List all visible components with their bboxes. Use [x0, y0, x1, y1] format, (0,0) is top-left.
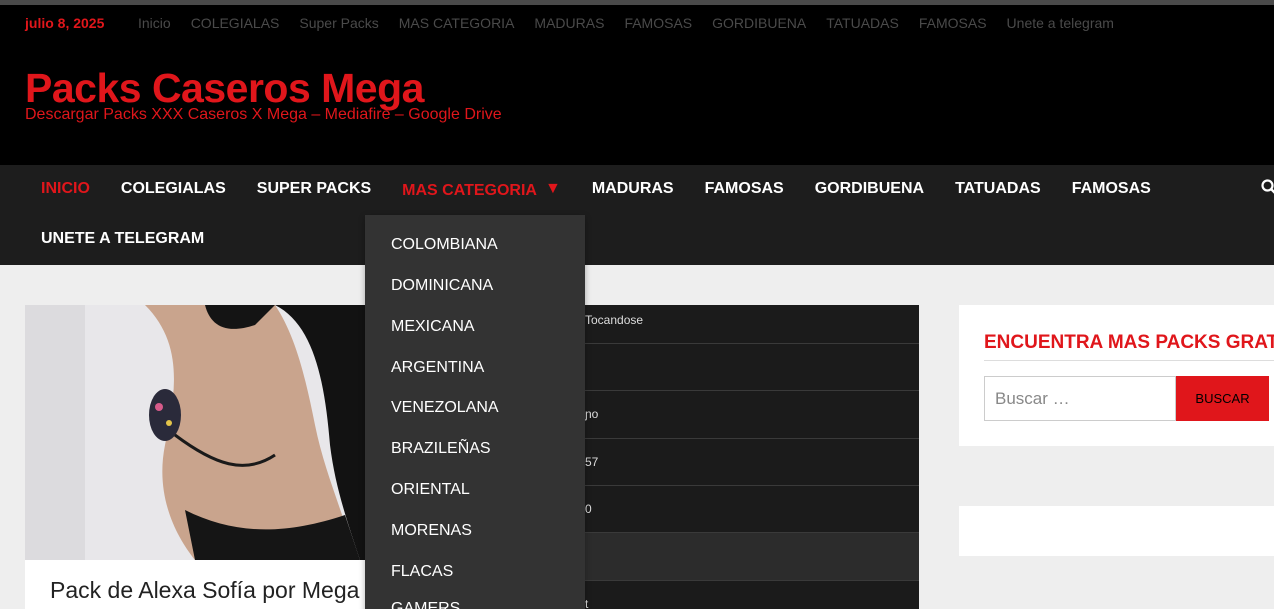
dropdown-item-gamers[interactable]: GAMERS	[391, 600, 460, 609]
top-menu-item-telegram[interactable]: Unete a telegram	[1007, 15, 1114, 31]
nav-item-super-packs[interactable]: SUPER PACKS	[257, 180, 371, 200]
post-thumbnail[interactable]	[25, 305, 365, 560]
list-item-text: t	[585, 597, 589, 609]
post-title-box: Pack de Alexa Sofía por Mega y	[25, 560, 377, 609]
dropdown-menu-mas-categoria: COLOMBIANA DOMINICANA MEXICANA ARGENTINA…	[365, 215, 585, 609]
search-widget: ENCUENTRA MAS PACKS GRATIS Buscar … BUSC…	[959, 305, 1274, 446]
nav-item-tatuadas[interactable]: TATUADAS	[955, 180, 1041, 200]
top-menu-item-mas-categoria[interactable]: MAS CATEGORIA	[399, 15, 515, 31]
widget-title: ENCUENTRA MAS PACKS GRATIS	[984, 332, 1274, 353]
nav-item-colegialas[interactable]: COLEGIALAS	[121, 180, 226, 200]
sidebar-widget-empty	[959, 506, 1274, 556]
dropdown-item-venezolana[interactable]: VENEZOLANA	[391, 399, 499, 417]
top-menu-item-famosas[interactable]: FAMOSAS	[624, 15, 692, 31]
nav-item-telegram[interactable]: UNETE A TELEGRAM	[41, 230, 204, 248]
search-button[interactable]: BUSCAR	[1176, 376, 1269, 421]
search-icon[interactable]	[1261, 179, 1274, 195]
site-description: Descargar Packs XXX Caseros X Mega – Med…	[25, 106, 502, 123]
post-image	[25, 305, 365, 560]
nav-item-mas-categoria-label: MAS CATEGORIA	[402, 182, 537, 199]
top-menu-item-tatuadas[interactable]: TATUADAS	[826, 15, 899, 31]
nav-item-inicio[interactable]: INICIO	[41, 180, 90, 200]
chevron-down-icon: ▼	[544, 180, 561, 197]
dropdown-item-morenas[interactable]: MORENAS	[391, 522, 472, 540]
dropdown-item-dominicana[interactable]: DOMINICANA	[391, 277, 493, 295]
dropdown-item-oriental[interactable]: ORIENTAL	[391, 481, 470, 499]
nav-item-famosas[interactable]: FAMOSAS	[705, 180, 784, 200]
top-menu-item-super-packs[interactable]: Super Packs	[299, 15, 378, 31]
top-menu-item-gordibuena[interactable]: GORDIBUENA	[712, 15, 806, 31]
list-item-text: ɲo	[585, 407, 599, 421]
top-menu: Inicio COLEGIALAS Super Packs MAS CATEGO…	[138, 15, 1114, 31]
dropdown-item-colombiana[interactable]: COLOMBIANA	[391, 236, 498, 254]
header-top: julio 8, 2025 Inicio COLEGIALAS Super Pa…	[0, 5, 1274, 165]
top-menu-item-colegialas[interactable]: COLEGIALAS	[191, 15, 280, 31]
top-menu-item-inicio[interactable]: Inicio	[138, 15, 171, 31]
nav-item-maduras[interactable]: MADURAS	[592, 180, 674, 200]
site-title[interactable]: Packs Caseros Mega	[25, 65, 424, 112]
list-item-text: 0	[585, 502, 592, 516]
post-title[interactable]: Pack de Alexa Sofía por Mega y	[50, 577, 377, 604]
list-item-text: Tocandose	[585, 313, 644, 327]
nav-item-mas-categoria[interactable]: MAS CATEGORIA ▼	[402, 180, 561, 200]
top-menu-item-maduras[interactable]: MADURAS	[534, 15, 604, 31]
current-date: julio 8, 2025	[25, 15, 105, 31]
dropdown-item-flacas[interactable]: FLACAS	[391, 563, 453, 581]
dropdown-item-argentina[interactable]: ARGENTINA	[391, 359, 484, 377]
list-item-text: 57	[585, 455, 599, 469]
dropdown-item-brazilenas[interactable]: BRAZILEÑAS	[391, 440, 491, 458]
nav-item-famosas-2[interactable]: FAMOSAS	[1072, 180, 1151, 200]
search-input[interactable]: Buscar …	[984, 376, 1176, 421]
nav-item-gordibuena[interactable]: GORDIBUENA	[815, 180, 924, 200]
main-navigation: INICIO COLEGIALAS SUPER PACKS MAS CATEGO…	[0, 165, 1274, 265]
widget-divider	[984, 360, 1274, 361]
dropdown-item-mexicana[interactable]: MEXICANA	[391, 318, 475, 336]
top-menu-item-famosas-2[interactable]: FAMOSAS	[919, 15, 987, 31]
